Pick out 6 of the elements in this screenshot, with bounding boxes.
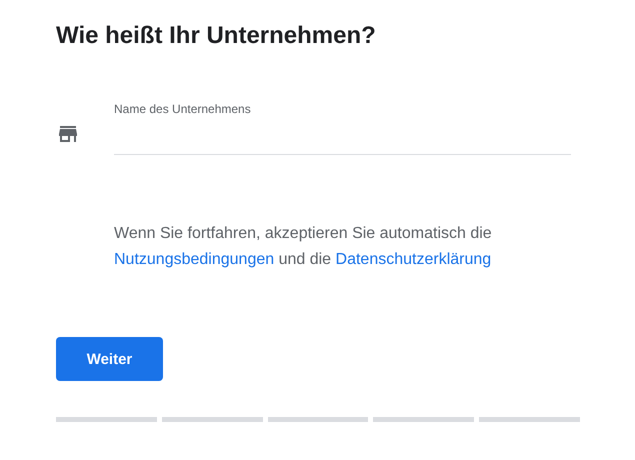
business-name-field[interactable]: Name des Unternehmens bbox=[114, 101, 571, 155]
terms-link[interactable]: Nutzungsbedingungen bbox=[114, 251, 274, 268]
next-button[interactable]: Weiter bbox=[56, 337, 163, 381]
page-title: Wie heißt Ihr Unternehmen? bbox=[56, 21, 377, 51]
terms-link[interactable]: Datenschutzerklärung bbox=[336, 251, 492, 268]
terms-text: Wenn Sie fortfahren, akzeptieren Sie automatisch die Nutzungsbedingungen und die Datenschutzerklärung bbox=[114, 224, 493, 270]
